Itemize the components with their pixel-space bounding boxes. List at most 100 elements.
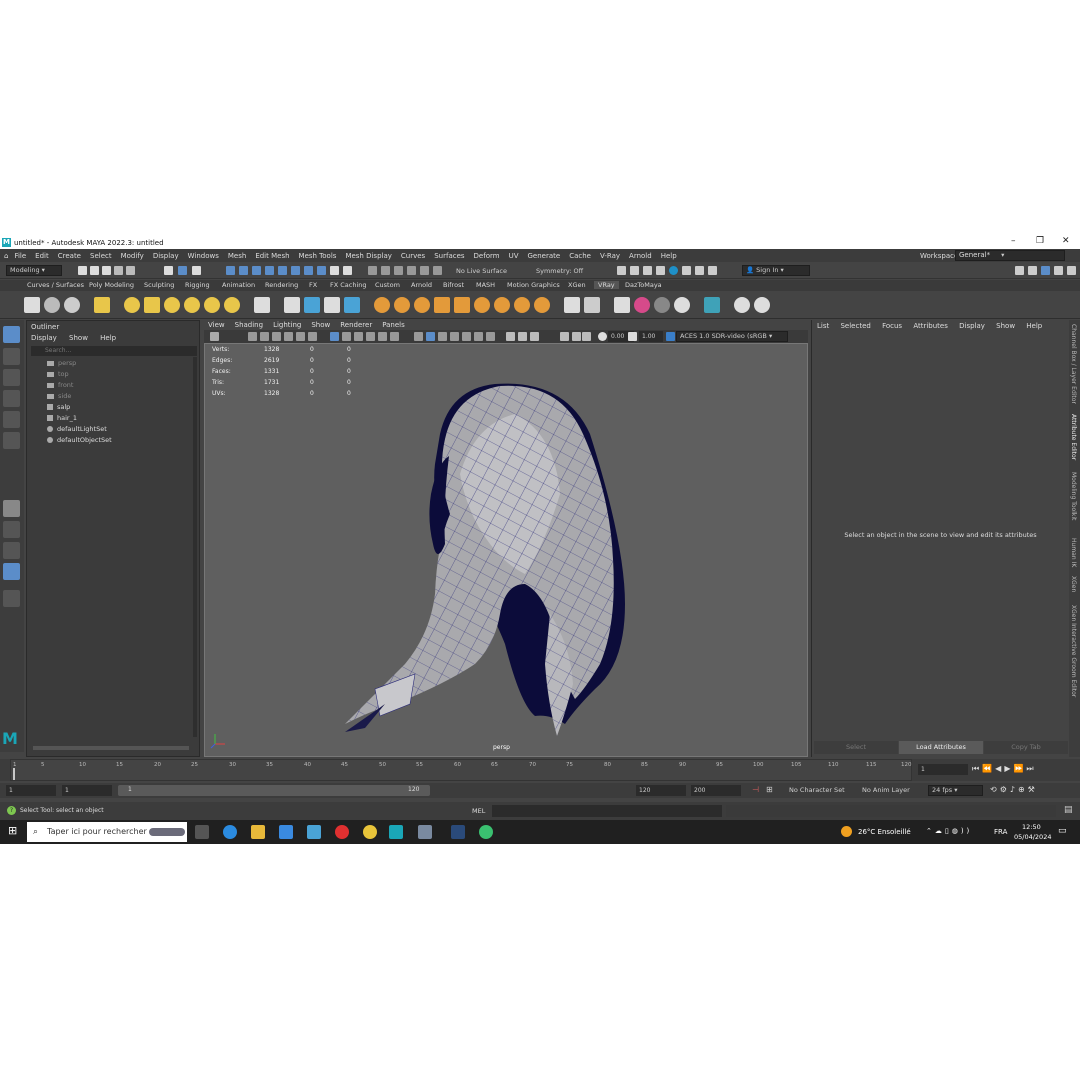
outliner-item-side[interactable]: side [47, 391, 71, 401]
hypershade-icon[interactable] [669, 266, 678, 275]
magnet-4-icon[interactable] [407, 266, 416, 275]
backface-icon[interactable] [560, 332, 569, 341]
opera-icon[interactable] [335, 825, 349, 839]
attr-menu-focus[interactable]: Focus [882, 322, 902, 330]
playback-end-field[interactable]: 120 [636, 785, 686, 796]
menu-curves[interactable]: Curves [401, 252, 425, 260]
paint-select-tool-icon[interactable] [3, 369, 20, 386]
fps-dropdown[interactable]: 24 fps ▾ [928, 785, 983, 796]
textured-icon[interactable] [366, 332, 375, 341]
vray-cosmos-icon[interactable] [674, 297, 690, 313]
start-time-field[interactable]: 1 [6, 785, 56, 796]
magnet-5-icon[interactable] [420, 266, 429, 275]
side-tab-xgen-groom-editor[interactable]: XGen Interactive Groom Editor [1070, 605, 1077, 697]
playback-controls[interactable]: ⏮⏪◀▶⏩⏭ [972, 764, 1037, 774]
clock-time[interactable]: 12:50 [1022, 823, 1041, 831]
store-icon[interactable] [279, 825, 293, 839]
isolate-select-icon[interactable] [506, 332, 515, 341]
vray-env-fog-icon[interactable] [494, 297, 510, 313]
attr-menu-selected[interactable]: Selected [840, 322, 870, 330]
menu-mesh-tools[interactable]: Mesh Tools [299, 252, 337, 260]
key-prefs-icon[interactable]: ⊞ [766, 785, 773, 794]
undo-icon[interactable] [114, 266, 123, 275]
side-tab-attribute-editor[interactable]: Attribute Editor [1070, 414, 1077, 460]
color-management-icon[interactable] [666, 332, 675, 341]
scale-tool-icon[interactable] [3, 432, 20, 449]
menu-vray[interactable]: V-Ray [600, 252, 620, 260]
magnet-2-icon[interactable] [381, 266, 390, 275]
menu-uv[interactable]: UV [509, 252, 519, 260]
snap-curve-icon[interactable] [239, 266, 248, 275]
time-slider-track[interactable]: 1 5 10 15 20 25 30 35 40 45 50 55 60 65 … [10, 759, 912, 781]
vray-mesh-light-icon[interactable] [184, 297, 200, 313]
four-view-layout-icon[interactable] [3, 521, 20, 538]
attr-menu-show[interactable]: Show [996, 322, 1015, 330]
camera-attributes-icon[interactable] [210, 332, 219, 341]
lasso-tool-icon[interactable] [3, 348, 20, 365]
new-scene-icon[interactable] [78, 266, 87, 275]
snap-edge-icon[interactable] [304, 266, 313, 275]
home-icon[interactable]: ⌂ [4, 252, 8, 260]
select-object-icon[interactable] [178, 266, 187, 275]
resolution-gate-icon[interactable] [296, 332, 305, 341]
vray-chaos-icon[interactable] [754, 297, 770, 313]
menu-display[interactable]: Display [153, 252, 179, 260]
close-icon[interactable]: ✕ [1062, 236, 1070, 246]
weather-text[interactable]: 26°C Ensoleillé [858, 828, 911, 836]
outliner-menu-help[interactable]: Help [100, 334, 116, 342]
hair-mesh[interactable] [205, 344, 808, 757]
steam-icon[interactable] [451, 825, 465, 839]
render-view-icon[interactable] [682, 266, 691, 275]
film-gate-icon[interactable] [284, 332, 293, 341]
attr-menu-display[interactable]: Display [959, 322, 985, 330]
vray-ies-light-icon[interactable] [204, 297, 220, 313]
shelf-tab-rigging[interactable]: Rigging [185, 281, 210, 289]
playback-start-field[interactable]: 1 [62, 785, 112, 796]
history-icon[interactable] [343, 266, 352, 275]
shelf-tab-xgen[interactable]: XGen [568, 281, 586, 289]
vray-toon-icon[interactable] [474, 297, 490, 313]
menu-mesh[interactable]: Mesh [228, 252, 246, 260]
vray-proxy-icon[interactable] [284, 297, 300, 313]
select-component-icon[interactable] [192, 266, 201, 275]
windows-start-icon[interactable]: ⊞ [8, 824, 17, 837]
redo-icon[interactable] [126, 266, 135, 275]
vray-grid-icon[interactable] [454, 297, 470, 313]
outliner-item-salp[interactable]: salp [47, 402, 70, 412]
viewport-menu-panels[interactable]: Panels [382, 321, 405, 329]
vray-multi-sub-icon[interactable] [654, 297, 670, 313]
shelf-tab-curves-surfaces[interactable]: Curves / Surfaces [27, 281, 84, 289]
menu-edit-mesh[interactable]: Edit Mesh [255, 252, 289, 260]
attr-menu-help[interactable]: Help [1026, 322, 1042, 330]
outliner-search-input[interactable]: Search... [31, 346, 197, 356]
magnet-icon[interactable] [368, 266, 377, 275]
vray-ipr-shelf-icon[interactable] [44, 297, 60, 313]
default-material-icon[interactable] [354, 332, 363, 341]
wireframe-on-shaded-icon[interactable] [426, 332, 435, 341]
vray-help-icon[interactable] [734, 297, 750, 313]
menu-arnold[interactable]: Arnold [629, 252, 652, 260]
outliner-item-hair-1[interactable]: hair_1 [47, 413, 77, 423]
rotate-tool-icon[interactable] [3, 411, 20, 428]
shelf-tab-arnold[interactable]: Arnold [411, 281, 432, 289]
outliner-menu-show[interactable]: Show [69, 334, 88, 342]
side-tab-modeling-toolkit[interactable]: Modeling Toolkit [1070, 472, 1077, 520]
vray-plane-icon[interactable] [254, 297, 270, 313]
playback-options-icons[interactable]: ⟲⚙♪⊕⚒ [990, 785, 1038, 794]
snap-grid-icon[interactable] [226, 266, 235, 275]
vray-vision-icon[interactable] [704, 297, 720, 313]
outliner-horizontal-scrollbar[interactable] [33, 746, 189, 750]
menu-create[interactable]: Create [58, 252, 81, 260]
chrome-icon[interactable] [363, 825, 377, 839]
viewport-menu-show[interactable]: Show [311, 321, 330, 329]
bookmark-icon[interactable] [248, 332, 257, 341]
auto-key-icon[interactable]: ⊣ [752, 785, 759, 794]
single-perspective-layout-icon[interactable] [3, 500, 20, 517]
magnet-3-icon[interactable] [394, 266, 403, 275]
shelf-tab-rendering[interactable]: Rendering [265, 281, 298, 289]
save-scene-icon[interactable] [102, 266, 111, 275]
vray-render-icon[interactable] [695, 266, 704, 275]
attr-menu-attributes[interactable]: Attributes [913, 322, 948, 330]
menu-deform[interactable]: Deform [474, 252, 500, 260]
side-tab-xgen[interactable]: XGen [1070, 576, 1077, 592]
